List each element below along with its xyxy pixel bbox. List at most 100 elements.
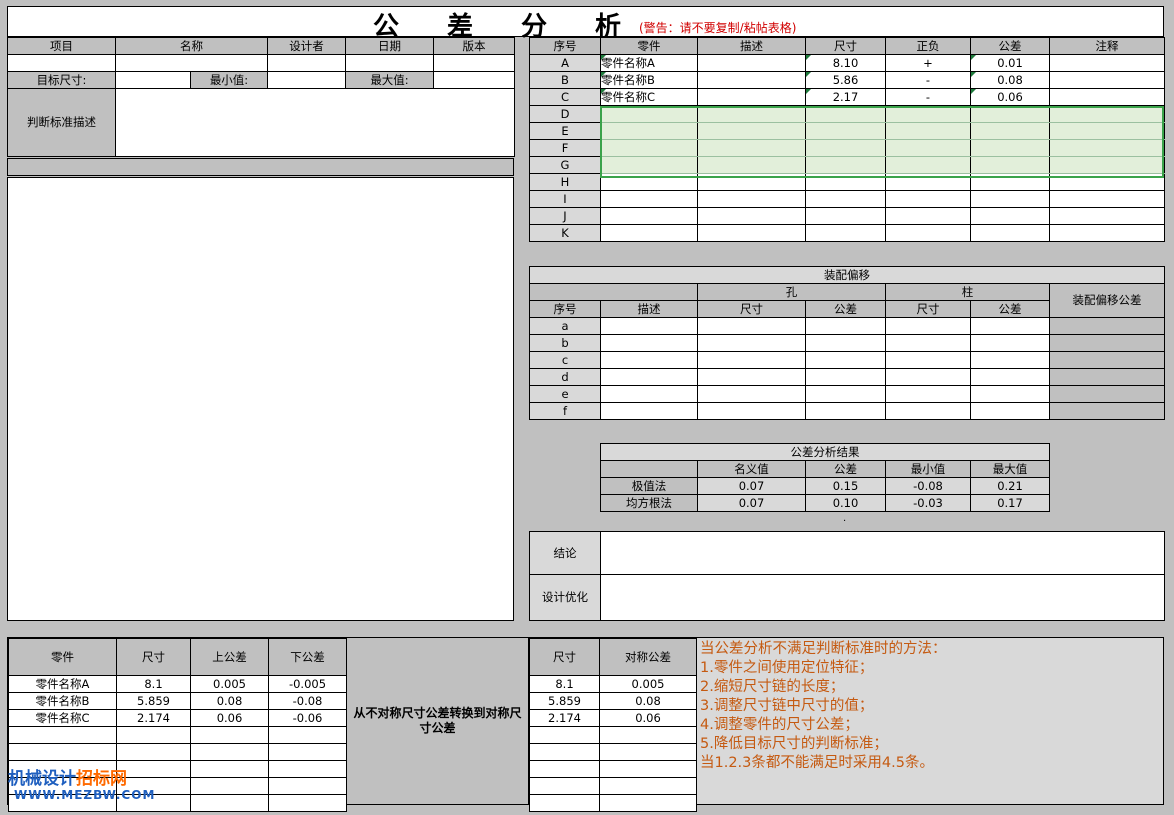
chain-cell-part[interactable] xyxy=(600,122,698,140)
chain-cell-sign[interactable] xyxy=(885,105,971,123)
symmetric-tol[interactable] xyxy=(599,777,697,795)
convert-size[interactable] xyxy=(116,743,191,761)
chain-cell-size[interactable] xyxy=(805,190,886,208)
sketch-area[interactable] xyxy=(7,177,514,621)
convert-upper[interactable] xyxy=(190,760,269,778)
chain-cell-tol[interactable] xyxy=(970,173,1050,191)
assembly-cell[interactable] xyxy=(885,402,971,420)
chain-cell-tol[interactable] xyxy=(970,156,1050,174)
chain-cell-tol[interactable] xyxy=(970,207,1050,225)
chain-cell-size[interactable] xyxy=(805,173,886,191)
version-field[interactable] xyxy=(433,54,515,72)
symmetric-tol[interactable] xyxy=(599,743,697,761)
chain-cell-desc[interactable] xyxy=(697,88,806,106)
convert-lower[interactable] xyxy=(268,794,347,812)
symmetric-tol[interactable]: 0.08 xyxy=(599,692,697,710)
chain-cell-desc[interactable] xyxy=(697,54,806,72)
chain-cell-tol[interactable]: 0.08 xyxy=(970,71,1050,89)
assembly-cell[interactable] xyxy=(970,334,1050,352)
chain-cell-desc[interactable] xyxy=(697,139,806,157)
symmetric-size[interactable] xyxy=(529,794,600,812)
assembly-cell[interactable] xyxy=(970,368,1050,386)
chain-cell-note[interactable] xyxy=(1049,88,1165,106)
chain-cell-size[interactable]: 5.86 xyxy=(805,71,886,89)
convert-part[interactable] xyxy=(8,726,117,744)
assembly-cell[interactable] xyxy=(970,385,1050,403)
convert-part[interactable]: 零件名称A xyxy=(8,675,117,693)
symmetric-tol[interactable]: 0.005 xyxy=(599,675,697,693)
date-field[interactable] xyxy=(345,54,434,72)
chain-cell-sign[interactable]: + xyxy=(885,54,971,72)
chain-cell-part[interactable]: 零件名称B xyxy=(600,71,698,89)
convert-upper[interactable]: 0.06 xyxy=(190,709,269,727)
assembly-cell[interactable] xyxy=(600,402,698,420)
convert-lower[interactable] xyxy=(268,743,347,761)
min-value-field[interactable] xyxy=(267,71,346,89)
convert-lower[interactable] xyxy=(268,777,347,795)
chain-cell-part[interactable]: 零件名称A xyxy=(600,54,698,72)
chain-cell-tol[interactable]: 0.01 xyxy=(970,54,1050,72)
assembly-cell[interactable] xyxy=(600,317,698,335)
convert-lower[interactable]: -0.005 xyxy=(268,675,347,693)
chain-cell-note[interactable] xyxy=(1049,190,1165,208)
assembly-cell[interactable] xyxy=(970,351,1050,369)
assembly-cell[interactable] xyxy=(805,402,886,420)
symmetric-tol[interactable] xyxy=(599,794,697,812)
chain-cell-note[interactable] xyxy=(1049,105,1165,123)
chain-cell-note[interactable] xyxy=(1049,54,1165,72)
chain-cell-part[interactable] xyxy=(600,156,698,174)
chain-cell-part[interactable] xyxy=(600,173,698,191)
assembly-cell[interactable] xyxy=(885,385,971,403)
assembly-cell[interactable] xyxy=(885,368,971,386)
assembly-cell[interactable] xyxy=(697,385,806,403)
chain-cell-part[interactable]: 零件名称C xyxy=(600,88,698,106)
convert-lower[interactable] xyxy=(268,760,347,778)
chain-cell-size[interactable] xyxy=(805,224,886,242)
convert-part[interactable]: 零件名称C xyxy=(8,709,117,727)
chain-cell-note[interactable] xyxy=(1049,71,1165,89)
chain-cell-desc[interactable] xyxy=(697,105,806,123)
convert-part[interactable] xyxy=(8,743,117,761)
chain-cell-sign[interactable]: - xyxy=(885,71,971,89)
chain-cell-tol[interactable]: 0.06 xyxy=(970,88,1050,106)
chain-cell-note[interactable] xyxy=(1049,173,1165,191)
symmetric-size[interactable]: 5.859 xyxy=(529,692,600,710)
symmetric-size[interactable] xyxy=(529,726,600,744)
convert-upper[interactable] xyxy=(190,777,269,795)
chain-cell-size[interactable] xyxy=(805,207,886,225)
assembly-cell[interactable] xyxy=(805,334,886,352)
designer-field[interactable] xyxy=(267,54,346,72)
assembly-cell[interactable] xyxy=(805,317,886,335)
chain-cell-note[interactable] xyxy=(1049,207,1165,225)
assembly-cell[interactable] xyxy=(885,317,971,335)
convert-size[interactable] xyxy=(116,726,191,744)
symmetric-size[interactable] xyxy=(529,760,600,778)
assembly-cell[interactable] xyxy=(805,351,886,369)
chain-cell-desc[interactable] xyxy=(697,122,806,140)
convert-upper[interactable] xyxy=(190,743,269,761)
criteria-field[interactable] xyxy=(115,88,515,157)
convert-lower[interactable]: -0.08 xyxy=(268,692,347,710)
symmetric-tol[interactable] xyxy=(599,726,697,744)
chain-cell-size[interactable] xyxy=(805,105,886,123)
assembly-cell[interactable] xyxy=(805,368,886,386)
chain-cell-part[interactable] xyxy=(600,224,698,242)
chain-cell-sign[interactable] xyxy=(885,190,971,208)
chain-cell-sign[interactable] xyxy=(885,207,971,225)
assembly-cell[interactable] xyxy=(697,317,806,335)
convert-upper[interactable]: 0.08 xyxy=(190,692,269,710)
item-field[interactable] xyxy=(7,54,116,72)
symmetric-tol[interactable]: 0.06 xyxy=(599,709,697,727)
chain-cell-note[interactable] xyxy=(1049,139,1165,157)
chain-cell-note[interactable] xyxy=(1049,122,1165,140)
target-size-field[interactable] xyxy=(115,71,191,89)
convert-size[interactable]: 8.1 xyxy=(116,675,191,693)
chain-cell-size[interactable] xyxy=(805,139,886,157)
max-value-field[interactable] xyxy=(433,71,515,89)
chain-cell-desc[interactable] xyxy=(697,190,806,208)
chain-cell-desc[interactable] xyxy=(697,71,806,89)
chain-cell-sign[interactable] xyxy=(885,139,971,157)
convert-upper[interactable] xyxy=(190,794,269,812)
chain-cell-size[interactable] xyxy=(805,122,886,140)
chain-cell-tol[interactable] xyxy=(970,190,1050,208)
